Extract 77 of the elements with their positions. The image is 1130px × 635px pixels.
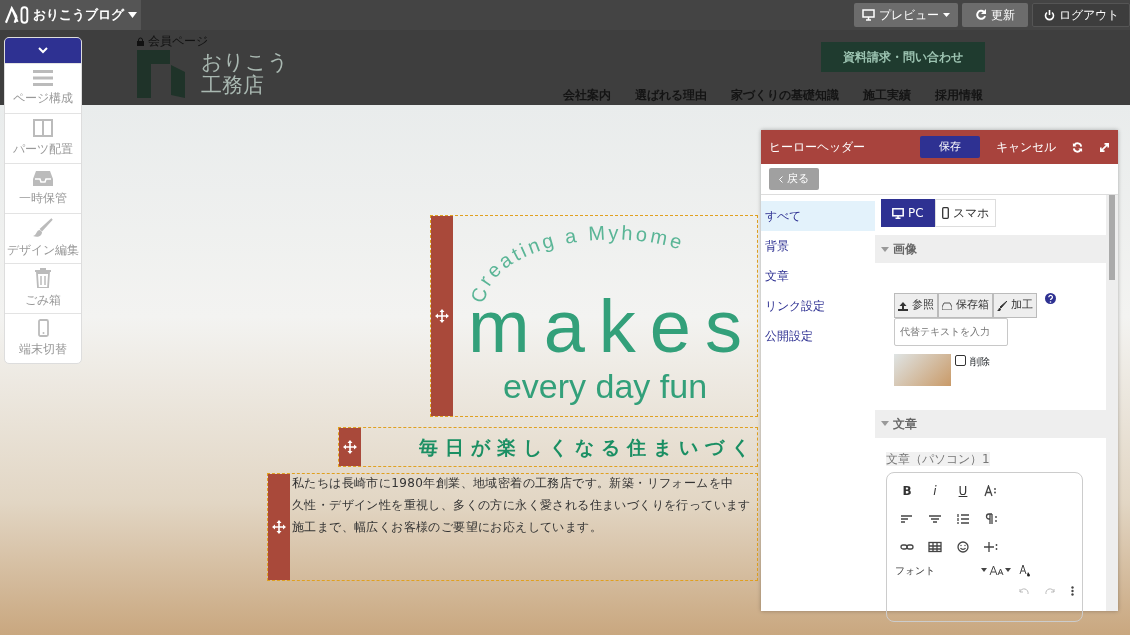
body-text-line: 施工まで、幅広くお客様のご要望にお応えしています。 <box>292 519 603 536</box>
section-nav-item[interactable]: すべて <box>761 201 875 232</box>
cancel-link[interactable]: キャンセル <box>996 138 1056 157</box>
chevron-left-icon[interactable] <box>779 175 783 183</box>
text-color-icon[interactable] <box>1019 563 1031 578</box>
update-button[interactable]: 更新 <box>962 3 1028 27</box>
drag-handle[interactable] <box>268 474 290 580</box>
section-title: 文章 <box>893 415 917 433</box>
monitor-icon[interactable] <box>892 207 904 219</box>
image-action-button[interactable]: 参照 <box>894 293 938 318</box>
move-icon[interactable] <box>272 520 286 534</box>
collapse-toggle[interactable] <box>5 38 81 63</box>
section-nav-item[interactable]: 背景 <box>761 231 875 262</box>
inquiry-button[interactable]: 資料請求・問い合わせ <box>821 42 985 72</box>
upload-icon[interactable] <box>898 300 908 311</box>
catch-copy: 毎日が楽しくなる住まいづく <box>419 434 757 460</box>
move-icon[interactable] <box>343 440 357 454</box>
tray-icon[interactable] <box>942 301 952 310</box>
body-text-line: 私たちは長崎市に1980年創業、地域密着の工務店です。新築・リフォームを中 <box>292 475 735 492</box>
device-tab[interactable]: PC <box>881 199 935 228</box>
format-button[interactable]: i <box>923 478 947 503</box>
save-button[interactable]: 保存 <box>920 135 980 159</box>
panel-title: ヒーローヘッダー <box>769 139 865 157</box>
hero-subline: every day fun <box>502 368 708 403</box>
image-action-button[interactable]: 加工 <box>993 293 1037 318</box>
format-button[interactable]: B <box>895 478 919 503</box>
section-nav-item[interactable]: 文章 <box>761 261 875 292</box>
font-dropdown[interactable]: フォント <box>895 562 981 578</box>
power-icon[interactable] <box>1043 9 1055 21</box>
monitor-icon[interactable] <box>862 9 875 21</box>
caret-icon[interactable] <box>128 12 137 18</box>
scrollbar-thumb[interactable] <box>1109 195 1115 281</box>
field-label: 文章（パソコン）1 <box>886 451 990 466</box>
image-action-button[interactable]: 保存箱 <box>938 293 993 318</box>
font-size-icon[interactable] <box>989 564 1011 577</box>
drag-handle[interactable] <box>339 428 361 466</box>
logo-text: 工務店 <box>201 74 265 98</box>
logout-button[interactable]: ログアウト <box>1032 3 1130 27</box>
company-logo-mark <box>137 50 185 98</box>
chevron-down-icon[interactable] <box>38 47 48 54</box>
rich-text-editor[interactable]: B i U フォント <box>886 471 1083 622</box>
refresh-icon[interactable] <box>1072 141 1083 153</box>
more-icon[interactable] <box>1071 585 1074 596</box>
section-nav-item[interactable]: 公開設定 <box>761 321 875 352</box>
table-icon[interactable] <box>928 540 942 553</box>
delete-checkbox[interactable] <box>955 354 966 366</box>
brush-icon[interactable] <box>997 300 1007 311</box>
section-nav-item[interactable]: リンク設定 <box>761 291 875 322</box>
format-button[interactable]: U <box>951 478 975 503</box>
logo-text: おりこう <box>201 50 289 74</box>
smiley-icon[interactable] <box>956 540 970 553</box>
lock-icon <box>137 36 144 46</box>
section-header[interactable]: 文章 <box>875 409 1106 438</box>
alt-text-field[interactable]: 代替テキストを入力 <box>894 317 1008 346</box>
align-center-icon[interactable] <box>928 512 942 525</box>
caret-icon[interactable] <box>943 13 950 17</box>
section-header[interactable]: 画像 <box>875 235 1106 264</box>
logo-icon <box>4 5 30 25</box>
scrollbar[interactable] <box>1106 195 1118 611</box>
list-icon[interactable] <box>956 512 970 525</box>
caret-icon[interactable] <box>981 568 987 573</box>
image-thumbnail <box>894 353 951 386</box>
align-left-icon[interactable] <box>900 512 914 525</box>
expand-icon[interactable] <box>1099 141 1110 153</box>
section-title: 画像 <box>893 241 917 259</box>
help-icon[interactable] <box>1045 293 1056 305</box>
device-tab[interactable]: スマホ <box>934 199 996 228</box>
preview-button[interactable]: プレビュー <box>854 3 958 27</box>
body-text-line: 久性・デザイン性を重視し、多くの方に永く愛される住まいづくりを行っています <box>292 497 752 514</box>
delete-label: 削除 <box>970 354 990 369</box>
move-icon[interactable] <box>435 309 449 323</box>
refresh-icon[interactable] <box>975 9 987 21</box>
smartphone-icon[interactable] <box>941 207 949 220</box>
drag-handle[interactable] <box>431 216 453 416</box>
insert-icon[interactable] <box>984 540 998 553</box>
paragraph-icon[interactable] <box>984 512 998 525</box>
text-style-icon[interactable] <box>984 484 998 497</box>
